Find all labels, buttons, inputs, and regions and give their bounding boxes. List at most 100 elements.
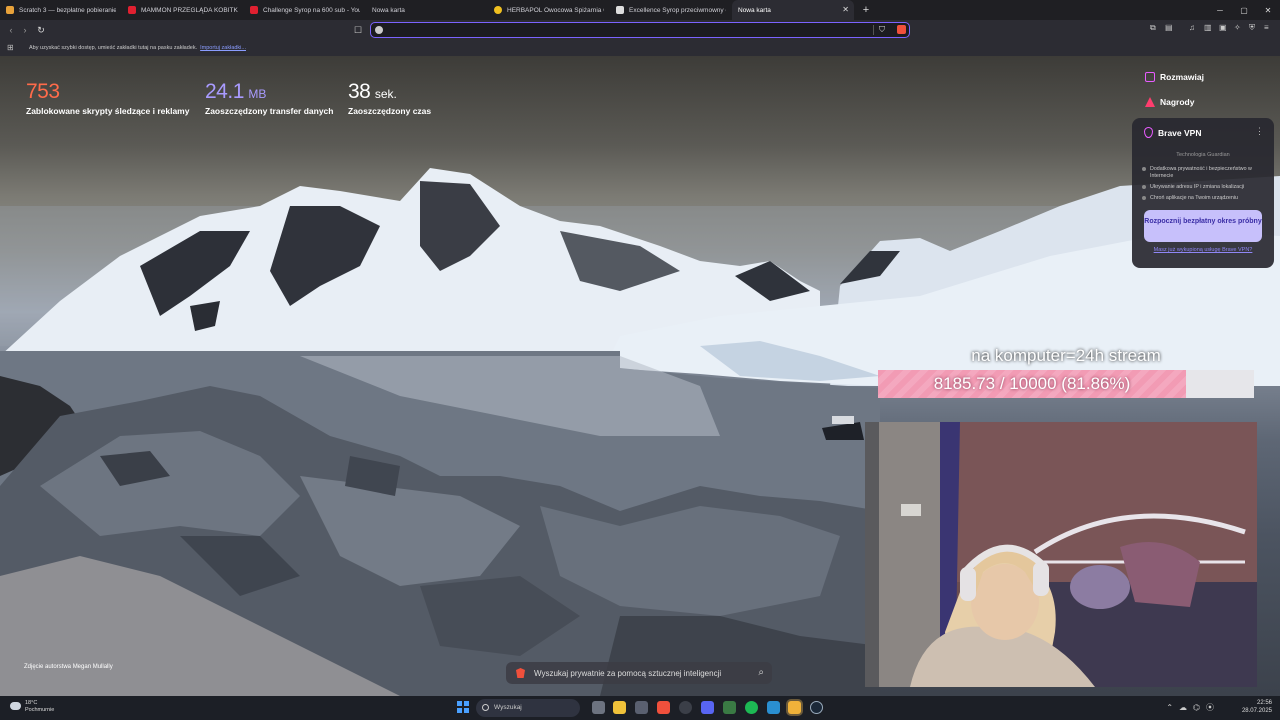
tab-new-active[interactable]: Nowa karta ✕ — [732, 0, 854, 20]
tab-herbapol[interactable]: HERBAPOL Owocowa Spiżarnia Czar — [488, 0, 610, 20]
file-explorer-icon[interactable] — [613, 701, 626, 714]
steam-icon[interactable] — [810, 701, 823, 714]
address-bar[interactable]: ⛉ — [370, 22, 910, 38]
tab-label: Challenge Syrop na 600 sub - YouTu — [263, 6, 360, 14]
app-icon[interactable] — [723, 701, 736, 714]
bandwidth-value: 24.1 — [205, 80, 244, 103]
bandwidth-label: Zaoszczędzony transfer danych — [205, 106, 334, 116]
vpn-card: Brave VPN ⋮ Technologia Guardian Dodatko… — [1132, 118, 1274, 268]
taskbar-search[interactable]: Wyszukaj — [476, 699, 580, 717]
time-label: Zaoszczędzony czas — [348, 106, 432, 116]
obs-icon[interactable] — [679, 701, 692, 714]
vpn-features: Dodatkowa prywatność i bezpieczeństwo w … — [1142, 166, 1270, 206]
bookmarks-bar: ⊞ Aby uzyskać szybki dostęp, umieść zakł… — [0, 40, 1280, 56]
stream-goal-progress-bar: 8185.73 / 10000 (81.86%) — [878, 370, 1254, 398]
reload-icon[interactable]: ↻ — [34, 23, 48, 37]
music-icon[interactable]: ♫ — [1189, 23, 1195, 32]
url-input[interactable] — [387, 24, 867, 36]
webcam-image — [865, 422, 1257, 687]
progress-text: 8185.73 / 10000 (81.86%) — [933, 374, 1131, 393]
brave-shield-icon[interactable]: ⛉ — [879, 25, 885, 35]
forward-icon[interactable]: › — [18, 23, 32, 37]
tab-scratch[interactable]: Scratch 3 — bezpłatne pobieranie i i — [0, 0, 122, 20]
rewards-label: Nagrody — [1160, 97, 1195, 107]
close-window-button[interactable]: ✕ — [1256, 0, 1280, 20]
vpn-title-text: Brave VPN — [1158, 127, 1202, 138]
apps-grid-icon[interactable]: ⊞ — [7, 44, 15, 52]
tab-label: HERBAPOL Owocowa Spiżarnia Czar — [507, 6, 604, 14]
new-tab-page: 753 Zablokowane skrypty śledzące i rekla… — [0, 56, 1280, 696]
brave-logo-icon — [516, 668, 525, 678]
tab-label: Nowa karta — [372, 6, 405, 14]
windows-start-icon[interactable] — [457, 701, 469, 713]
calculator-icon[interactable] — [635, 701, 648, 714]
tab-label: Nowa karta — [738, 6, 771, 14]
rewards-link[interactable]: Nagrody — [1145, 97, 1194, 107]
tab-challenge[interactable]: Challenge Syrop na 600 sub - YouTu — [244, 0, 366, 20]
talk-link[interactable]: Rozmawiaj — [1145, 72, 1204, 82]
notes-icon[interactable] — [788, 701, 801, 714]
talk-icon — [1145, 72, 1155, 82]
divider — [873, 25, 874, 35]
rewards-triangle-icon — [1145, 97, 1155, 107]
vpn-title: Brave VPN — [1144, 127, 1201, 138]
tab-new-1[interactable]: Nowa karta — [366, 0, 488, 20]
tab-mammon[interactable]: MAMMON PRZEGLĄDA KOBITKI | M — [122, 0, 244, 20]
reader-icon[interactable]: ▤ — [1165, 23, 1173, 32]
bookmarks-message: Aby uzyskać szybki dostęp, umieść zakład… — [29, 45, 198, 51]
system-tray-icons[interactable]: ⌃☁⌬⦿ — [1166, 702, 1220, 713]
list-item: Ukrywanie adresu IP i zmiana lokalizacji — [1142, 184, 1270, 191]
stream-goal-title: na komputer=24h stream — [971, 346, 1161, 365]
already-purchased-link[interactable]: Masz już wykupioną usługę Brave VPN? — [1132, 247, 1274, 253]
sidebar-icon[interactable]: ▥ — [1204, 23, 1212, 32]
scratch-icon — [6, 6, 14, 14]
task-view-icon[interactable] — [592, 701, 605, 714]
spotify-icon[interactable] — [745, 701, 758, 714]
weather-widget[interactable]: 18°C Pochmurnie — [10, 700, 54, 714]
time-value: 38 — [348, 80, 371, 103]
page-icon — [616, 6, 624, 14]
list-item: Dodatkowa prywatność i bezpieczeństwo w … — [1142, 166, 1270, 180]
site-icon — [494, 6, 502, 14]
start-trial-button[interactable]: Rozpocznij bezpłatny okres próbny — [1144, 210, 1262, 242]
tab-label: Excellence Syrop przeciwmowny o sm — [629, 6, 726, 14]
brave-icon[interactable] — [657, 701, 670, 714]
bookmark-icon[interactable]: ☐ — [351, 23, 365, 37]
list-item: Chroń aplikacje na Twoim urządzeniu — [1142, 195, 1270, 202]
tab-excellence[interactable]: Excellence Syrop przeciwmowny o sm — [610, 0, 732, 20]
photo-credit[interactable]: Zdjęcie autorstwa Megan Mullally — [24, 664, 113, 670]
webcam-feed — [865, 422, 1257, 687]
stat-time: 38 sek. Zaoszczędzony czas — [348, 80, 431, 116]
clock-time: 22:56 — [1256, 700, 1272, 706]
trackers-label: Zablokowane skrypty śledzące i reklamy — [26, 106, 190, 116]
stat-bandwidth: 24.1 MB Zaoszczędzony transfer danych — [205, 80, 333, 116]
import-bookmarks-link[interactable]: Importuj zakładki... — [200, 45, 246, 51]
tab-label: Scratch 3 — bezpłatne pobieranie i i — [19, 6, 116, 14]
vpn-tech: Technologia Guardian — [1176, 152, 1230, 158]
menu-icon[interactable]: ≡ — [1264, 23, 1269, 32]
new-tab-button[interactable]: + — [858, 2, 874, 18]
discord-icon[interactable] — [701, 701, 714, 714]
more-options-icon[interactable]: ⋮ — [1255, 126, 1264, 137]
stat-trackers: 753 Zablokowane skrypty śledzące i rekla… — [26, 80, 189, 116]
leo-icon[interactable]: ✧ — [1234, 23, 1241, 32]
minimize-button[interactable]: ─ — [1208, 0, 1232, 20]
youtube-icon — [250, 6, 258, 14]
search-icon[interactable]: ⌕ — [758, 667, 764, 678]
app-grid-icon[interactable] — [767, 701, 780, 714]
restore-button[interactable]: ▢ — [1232, 0, 1256, 20]
close-tab-icon[interactable]: ✕ — [842, 5, 849, 14]
brave-rewards-icon[interactable] — [897, 25, 906, 34]
back-icon[interactable]: ‹ — [4, 23, 18, 37]
vpn-icon[interactable]: ⛨ — [1249, 23, 1255, 33]
tab-strip: Scratch 3 — bezpłatne pobieranie i i MAM… — [0, 0, 1280, 20]
clock[interactable]: 22:56 28.07.2025 — [1242, 699, 1272, 715]
time-unit: sek. — [374, 87, 397, 101]
weather-temp: 18°C — [25, 700, 38, 706]
ai-search-box[interactable]: Wyszukaj prywatnie za pomocą sztucznej i… — [506, 662, 772, 684]
taskbar: 18°C Pochmurnie Wyszukaj ⌃☁⌬⦿ 22:56 28.0… — [0, 696, 1280, 720]
wallet-icon[interactable]: ▣ — [1219, 23, 1227, 32]
extension-icon[interactable]: ⧉ — [1150, 23, 1156, 33]
trackers-value: 753 — [26, 80, 60, 103]
ai-search-text: Wyszukaj prywatnie za pomocą sztucznej i… — [534, 669, 722, 678]
